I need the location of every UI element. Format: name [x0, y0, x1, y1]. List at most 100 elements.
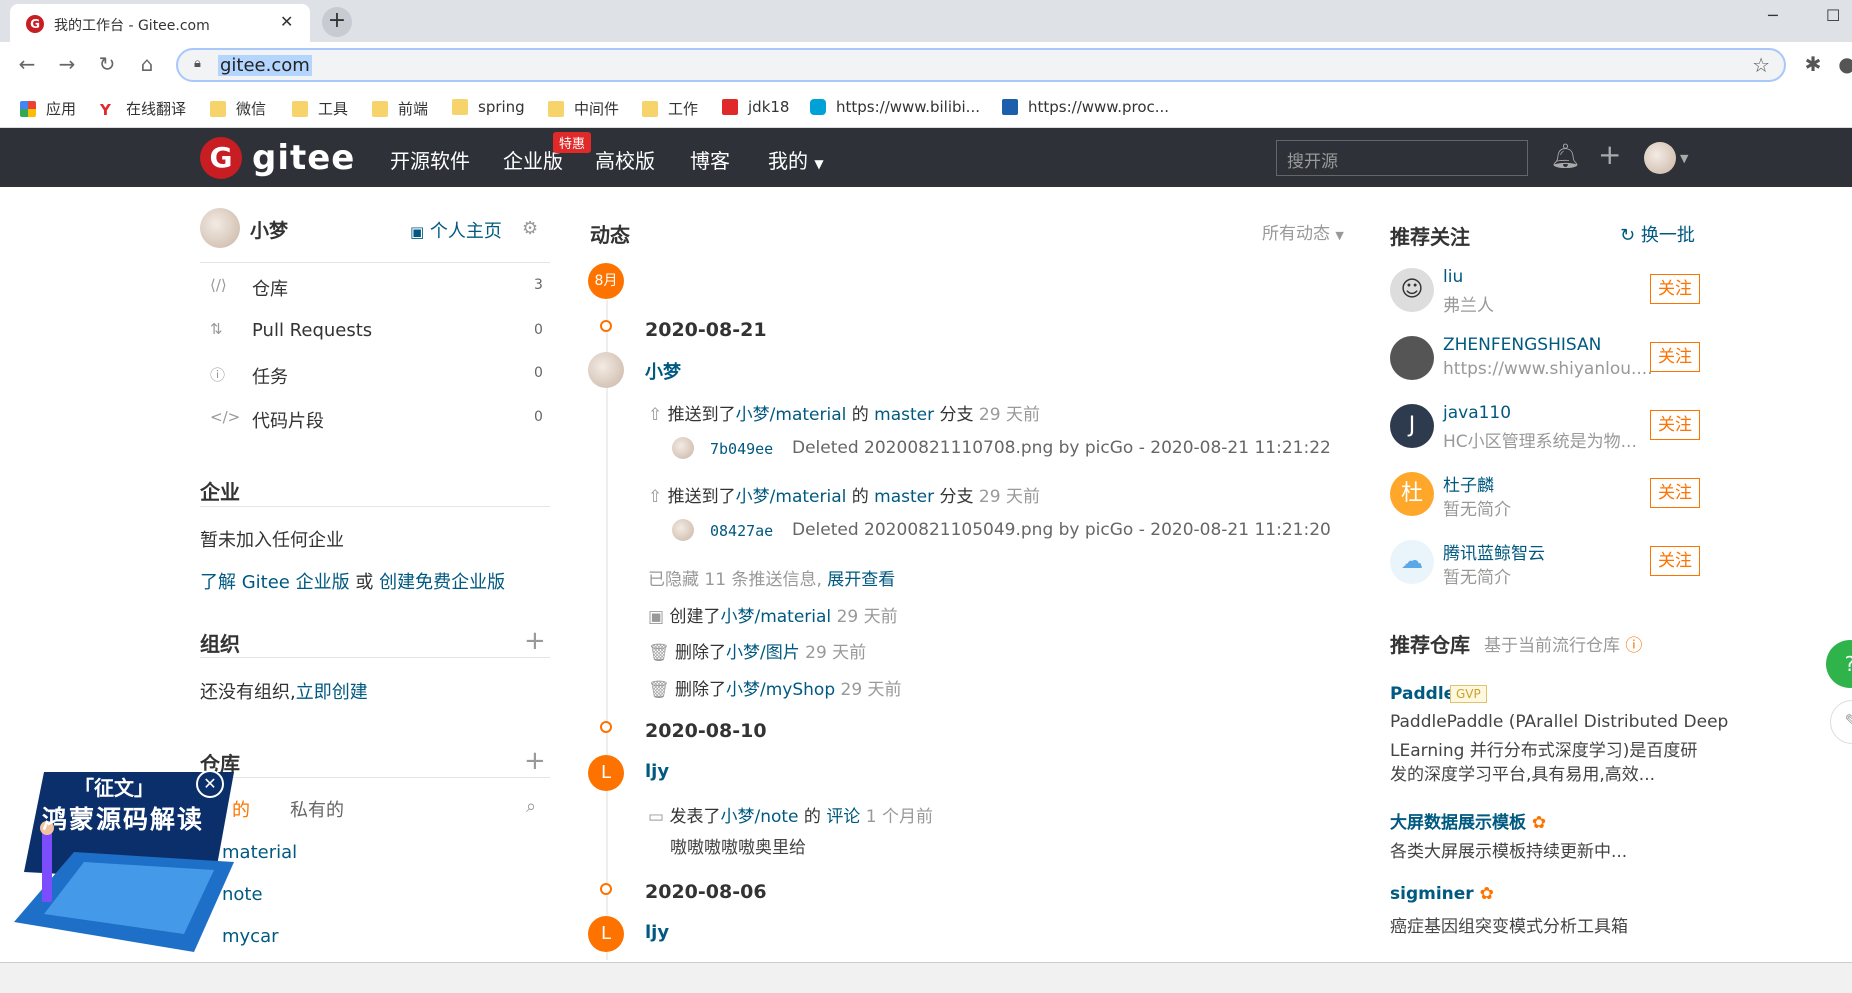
- personal-home-link[interactable]: ▣ 个人主页: [410, 217, 502, 243]
- sidebar-item-issues[interactable]: 任务: [252, 363, 288, 389]
- create-enterprise-link[interactable]: 创建免费企业版: [379, 572, 505, 593]
- rec-user-desc: 弗兰人: [1443, 296, 1494, 316]
- rec-repo-name[interactable]: 大屏数据展示模板 ✿: [1390, 808, 1546, 833]
- feed-filter-dropdown[interactable]: 所有动态 ▼: [1262, 219, 1344, 244]
- commit-hash[interactable]: 08427ae: [710, 522, 773, 540]
- follow-button[interactable]: 关注: [1650, 274, 1700, 304]
- feed-user-avatar[interactable]: L: [588, 755, 624, 791]
- folder-icon: [292, 100, 308, 117]
- bookmark-translate[interactable]: Y 在线翻译: [100, 98, 186, 119]
- extensions-icon[interactable]: ✱: [1800, 52, 1826, 76]
- user-avatar-liu[interactable]: ☺: [1390, 268, 1434, 312]
- user-avatar-java110[interactable]: J: [1390, 404, 1434, 448]
- sidebar-item-repos[interactable]: 仓库: [252, 275, 288, 301]
- enterprise-discount-badge: 特惠: [553, 132, 592, 153]
- divider: [200, 657, 550, 658]
- minimize-icon[interactable]: ─: [1768, 6, 1778, 25]
- bookmark-folder-middleware[interactable]: 中间件: [548, 98, 619, 119]
- expand-link[interactable]: 展开查看: [827, 570, 895, 590]
- nav-education[interactable]: 高校版: [595, 145, 655, 174]
- rec-user-name[interactable]: 腾讯蓝鲸智云: [1443, 539, 1545, 564]
- commit-hash[interactable]: 7b049ee: [710, 440, 773, 458]
- sidebar-avatar[interactable]: [200, 208, 240, 248]
- address-bar[interactable]: 🔒︎ gitee.com ☆: [176, 48, 1786, 82]
- rec-user-name[interactable]: liu: [1443, 267, 1463, 287]
- promo-floating-card[interactable]: 「征文」 鸿蒙源码解读 ✕: [14, 762, 234, 958]
- rec-repo-name[interactable]: Paddle: [1390, 684, 1455, 704]
- bookmark-jdk18[interactable]: jdk18: [722, 98, 789, 116]
- rec-user-name[interactable]: ZHENFENGSHISAN: [1443, 335, 1601, 355]
- add-repo-plus-icon[interactable]: +: [524, 746, 546, 776]
- bookmark-folder-wechat[interactable]: 微信: [210, 98, 266, 119]
- reload-icon[interactable]: ↻: [94, 52, 120, 76]
- nav-opensource[interactable]: 开源软件: [390, 145, 470, 174]
- org-empty: 还没有组织,立即创建: [200, 682, 368, 703]
- rec-user-name[interactable]: java110: [1443, 403, 1511, 423]
- pull-request-icon: ⇅: [210, 320, 223, 338]
- repo-tab-mine[interactable]: 的: [232, 796, 250, 822]
- bookmark-folder-spring[interactable]: spring: [452, 98, 525, 116]
- sidebar-item-pull-requests[interactable]: Pull Requests: [252, 320, 372, 341]
- org-section-title: 组织: [200, 632, 240, 656]
- search-icon[interactable]: ⌕: [526, 796, 536, 817]
- bookmark-star-icon[interactable]: ☆: [1752, 53, 1770, 77]
- rec-repo-name[interactable]: sigminer ✿: [1390, 884, 1494, 904]
- profile-icon[interactable]: ●: [1834, 52, 1852, 76]
- bookmark-folder-tools[interactable]: 工具: [292, 98, 348, 119]
- maximize-icon[interactable]: ☐: [1826, 6, 1840, 25]
- new-tab-button[interactable]: +: [322, 7, 352, 37]
- follow-button[interactable]: 关注: [1650, 342, 1700, 372]
- recommend-repo-title: 推荐仓库: [1390, 633, 1470, 657]
- refresh-button[interactable]: ↻ 换一批: [1620, 221, 1695, 247]
- bookmark-apps[interactable]: 应用: [20, 98, 76, 119]
- follow-button[interactable]: 关注: [1650, 546, 1700, 576]
- feed-user-name[interactable]: ljy: [645, 761, 669, 782]
- plus-icon[interactable]: +: [1598, 138, 1621, 171]
- url-text[interactable]: gitee.com: [218, 55, 312, 76]
- profile-card-icon: ▣: [410, 223, 425, 241]
- help-chat-icon[interactable]: ?: [1826, 640, 1852, 688]
- bookmark-folder-frontend[interactable]: 前端: [372, 98, 428, 119]
- forward-icon[interactable]: →: [54, 52, 80, 76]
- follow-button[interactable]: 关注: [1650, 478, 1700, 508]
- nav-mine[interactable]: 我的 ▼: [768, 145, 824, 174]
- learn-enterprise-link[interactable]: 了解 Gitee 企业版: [200, 572, 350, 593]
- sidebar-item-snippets[interactable]: 代码片段: [252, 407, 324, 433]
- close-promo-icon[interactable]: ✕: [196, 770, 224, 798]
- bookmark-processon[interactable]: https://www.proc...: [1002, 98, 1169, 116]
- user-avatar[interactable]: [1644, 142, 1676, 174]
- rec-user-name[interactable]: 杜子麟: [1443, 471, 1494, 496]
- folder-icon: [452, 99, 468, 115]
- feed-user-avatar[interactable]: L: [588, 916, 624, 952]
- hidden-pushes: 已隐藏 11 条推送信息, 展开查看: [648, 570, 896, 590]
- feed-user-avatar[interactable]: [588, 352, 624, 388]
- bookmark-folder-work[interactable]: 工作: [642, 98, 698, 119]
- settings-gear-icon[interactable]: ⚙: [522, 218, 538, 239]
- nav-blog[interactable]: 博客: [690, 145, 730, 174]
- feed-user-name[interactable]: ljy: [645, 922, 669, 943]
- user-avatar-zhenfeng[interactable]: [1390, 336, 1434, 380]
- gitee-logo[interactable]: G gitee: [200, 137, 355, 179]
- add-org-plus-icon[interactable]: +: [524, 626, 546, 656]
- create-org-link[interactable]: 立即创建: [296, 682, 368, 703]
- recommend-badge-icon: ✿: [1531, 813, 1547, 833]
- browser-tab[interactable]: G 我的工作台 - Gitee.com ✕: [10, 4, 310, 42]
- feed-user-name[interactable]: 小梦: [645, 358, 681, 384]
- chevron-down-icon[interactable]: ▼: [1680, 152, 1688, 165]
- repo-tab-private[interactable]: 私有的: [290, 796, 344, 822]
- back-icon[interactable]: ←: [14, 52, 40, 76]
- home-icon[interactable]: ⌂: [134, 52, 160, 76]
- folder-icon: [372, 100, 388, 117]
- bookmark-bilibili[interactable]: https://www.bilibi...: [810, 98, 980, 116]
- sidebar-username[interactable]: 小梦: [250, 216, 288, 243]
- follow-button[interactable]: 关注: [1650, 410, 1700, 440]
- user-avatar-duzilin[interactable]: 杜: [1390, 472, 1434, 516]
- bell-icon[interactable]: 🔔︎: [1550, 142, 1580, 170]
- search-input[interactable]: 搜开源: [1276, 140, 1528, 176]
- commit-avatar: [672, 519, 694, 541]
- close-tab-icon[interactable]: ✕: [280, 12, 293, 31]
- feedback-edit-icon[interactable]: ✎: [1830, 700, 1852, 744]
- cloud-icon[interactable]: ☁: [1390, 540, 1434, 584]
- comment-icon: ▭: [648, 807, 665, 827]
- timeline-line: [606, 300, 608, 960]
